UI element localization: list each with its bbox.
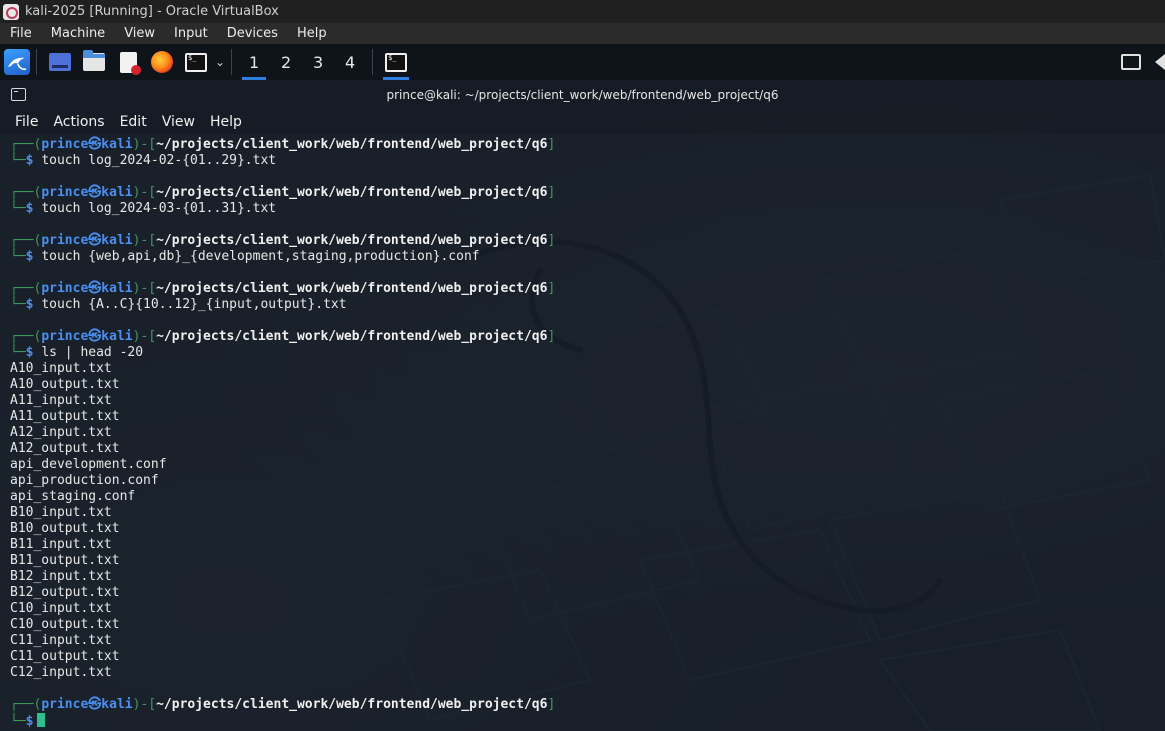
output-line: api_staging.conf (10, 489, 136, 504)
output-line: C11_input.txt (10, 633, 112, 648)
panel-separator (36, 49, 37, 75)
terminal-icon (185, 52, 207, 72)
kali-top-panel: ⌄ 1 2 3 4 (0, 44, 1165, 80)
vbox-title-bar: kali-2025 [Running] - Oracle VirtualBox (0, 0, 1165, 23)
command-line: └─$ ls | head -20 (10, 345, 144, 360)
file-manager-button[interactable] (81, 49, 107, 75)
firefox-button[interactable] (149, 49, 175, 75)
prompt-line: ┌──(prince㉿kali)-[~/projects/client_work… (10, 329, 556, 344)
monitor-icon[interactable] (1121, 54, 1141, 70)
active-command-line[interactable]: └─$ (10, 713, 46, 729)
output-line: A12_input.txt (10, 425, 112, 440)
panel-separator (372, 49, 374, 75)
terminal-menu-help[interactable]: Help (202, 114, 249, 130)
prompt-line: ┌──(prince㉿kali)-[~/projects/client_work… (10, 185, 556, 200)
kali-dragon-icon (4, 49, 30, 75)
vbox-menu-file[interactable]: File (0, 26, 41, 41)
output-line: C12_input.txt (10, 665, 112, 680)
file-manager-icon (83, 50, 105, 71)
speaker-icon[interactable] (1155, 54, 1165, 70)
command-line: └─$ touch {web,api,db}_{development,stag… (10, 249, 480, 264)
vbox-menu-help[interactable]: Help (287, 26, 336, 41)
text-cursor (37, 713, 46, 727)
vbox-menu-devices[interactable]: Devices (217, 26, 287, 41)
output-line: B12_input.txt (10, 569, 112, 584)
terminal-title-bar: prince@kali: ~/projects/client_work/web/… (0, 80, 1165, 109)
text-editor-icon (119, 51, 141, 75)
command-line: └─$ touch log_2024-03-{01..31}.txt (10, 201, 277, 216)
output-line: B11_input.txt (10, 537, 112, 552)
vbox-menu-bar: File Machine View Input Devices Help (0, 23, 1165, 44)
output-line: A11_output.txt (10, 409, 120, 424)
vbox-menu-machine[interactable]: Machine (41, 26, 114, 41)
show-desktop-icon (49, 53, 71, 71)
output-line: api_production.conf (10, 473, 159, 488)
output-line: C10_input.txt (10, 601, 112, 616)
output-line: C10_output.txt (10, 617, 120, 632)
prompt-line: ┌──(prince㉿kali)-[~/projects/client_work… (10, 697, 556, 712)
vbox-window-title: kali-2025 [Running] - Oracle VirtualBox (25, 4, 279, 19)
terminal-menu-edit[interactable]: Edit (112, 114, 154, 130)
command-line: └─$ touch log_2024-02-{01..29}.txt (10, 153, 277, 168)
output-line: B10_output.txt (10, 521, 120, 536)
workspace-2[interactable]: 2 (270, 44, 302, 80)
prompt-line: ┌──(prince㉿kali)-[~/projects/client_work… (10, 233, 556, 248)
terminal-icon (385, 52, 408, 72)
terminal-output[interactable]: ┌──(prince㉿kali)-[~/projects/client_work… (0, 134, 1165, 731)
output-line: A10_input.txt (10, 361, 112, 376)
output-line: A12_output.txt (10, 441, 120, 456)
panel-tray (1121, 44, 1165, 80)
prompt-line: ┌──(prince㉿kali)-[~/projects/client_work… (10, 281, 556, 296)
workspace-3[interactable]: 3 (302, 44, 334, 80)
terminal-launcher-button[interactable] (183, 49, 209, 75)
chevron-down-icon[interactable]: ⌄ (215, 55, 225, 69)
text-editor-button[interactable] (115, 49, 141, 75)
output-line: C11_output.txt (10, 649, 120, 664)
terminal-window-title: prince@kali: ~/projects/client_work/web/… (386, 87, 779, 102)
kali-menu-button[interactable] (0, 44, 30, 80)
output-line: A10_output.txt (10, 377, 120, 392)
terminal-window-icon (11, 88, 26, 101)
output-line: B11_output.txt (10, 553, 120, 568)
show-desktop-button[interactable] (47, 49, 73, 75)
output-line: A11_input.txt (10, 393, 112, 408)
virtualbox-logo-icon (3, 3, 19, 20)
taskbar-terminal-item[interactable] (379, 44, 413, 80)
terminal-menu-bar: File Actions Edit View Help (0, 109, 1165, 134)
command-line: └─$ touch {A..C}{10..12}_{input,output}.… (10, 297, 347, 312)
output-line: B10_input.txt (10, 505, 112, 520)
firefox-icon (151, 51, 173, 73)
output-line: api_development.conf (10, 457, 167, 472)
workspace-1[interactable]: 1 (238, 44, 270, 80)
terminal-menu-actions[interactable]: Actions (45, 114, 111, 130)
panel-separator (231, 49, 233, 75)
workspace-4[interactable]: 4 (334, 44, 366, 80)
terminal-menu-view[interactable]: View (154, 114, 202, 130)
vbox-menu-input[interactable]: Input (164, 26, 217, 41)
terminal-menu-file[interactable]: File (0, 114, 45, 130)
prompt-line: ┌──(prince㉿kali)-[~/projects/client_work… (10, 137, 556, 152)
vbox-menu-view[interactable]: View (114, 26, 164, 41)
output-line: B12_output.txt (10, 585, 120, 600)
